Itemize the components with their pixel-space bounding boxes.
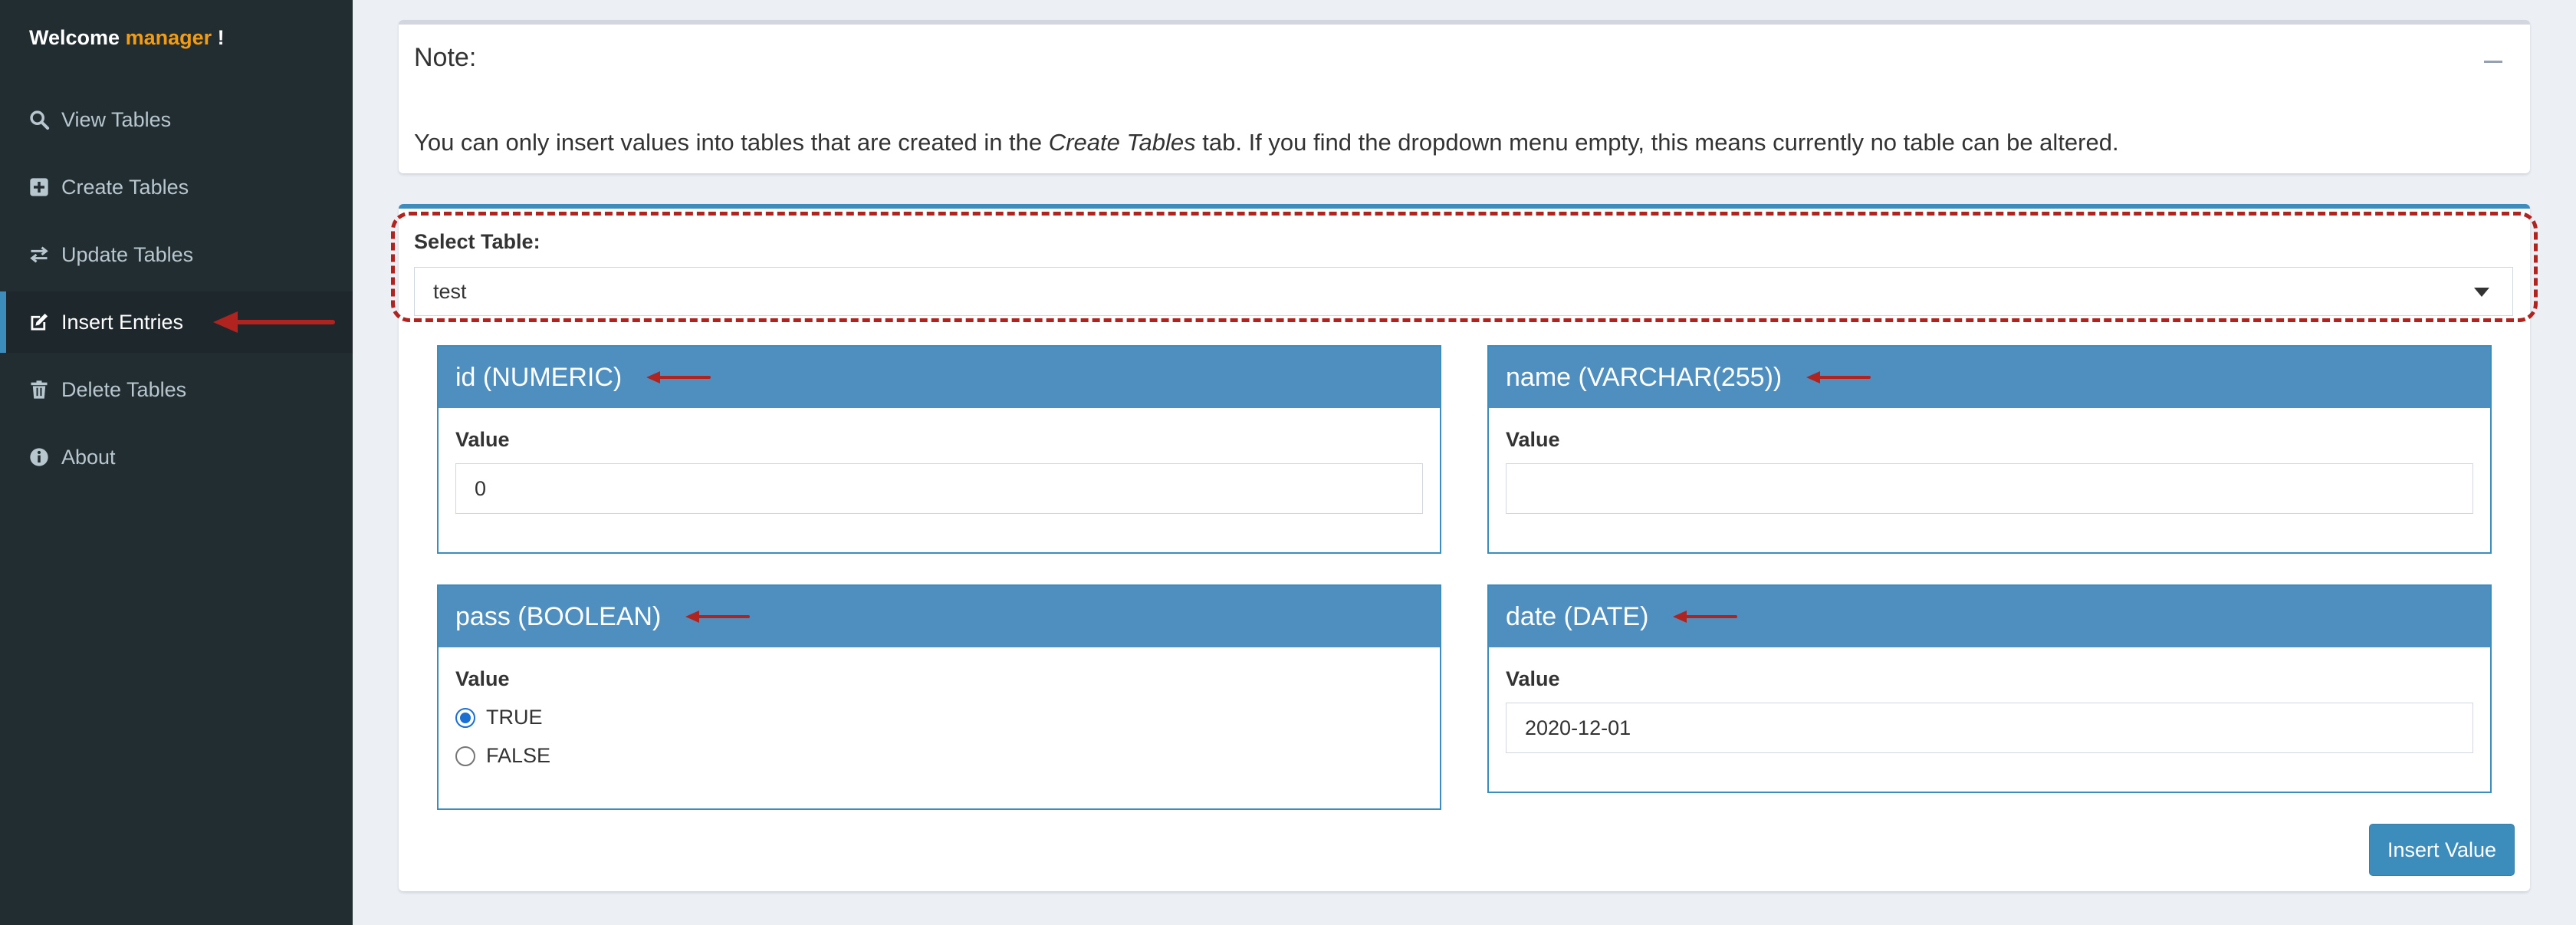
edit-icon — [26, 309, 52, 335]
field-header: pass (BOOLEAN) — [439, 586, 1440, 647]
annotation-arrow — [1673, 611, 1738, 623]
field-card-id: id (NUMERIC) Value — [437, 345, 1441, 554]
welcome-suffix: ! — [217, 26, 225, 49]
note-text-part: tab. If you find the dropdown menu empty… — [1195, 129, 2119, 156]
annotation-arrow — [1806, 371, 1871, 383]
sidebar-item-label: Insert Entries — [61, 310, 184, 334]
trash-icon — [26, 377, 52, 403]
field-title: name (VARCHAR(255)) — [1506, 362, 1783, 392]
name-value-input[interactable] — [1506, 463, 2473, 514]
annotation-arrow — [213, 311, 335, 333]
annotation-arrow — [685, 611, 751, 623]
sidebar-item-about[interactable]: About — [0, 426, 353, 488]
info-icon — [26, 444, 52, 470]
value-label: Value — [455, 428, 510, 451]
note-box: Note: You can only insert values into ta… — [399, 20, 2530, 173]
sidebar-item-delete-tables[interactable]: Delete Tables — [0, 359, 353, 420]
field-title: date (DATE) — [1506, 601, 1649, 631]
radio-label: TRUE — [486, 706, 543, 729]
field-title: pass (BOOLEAN) — [455, 601, 662, 631]
sidebar-item-label: Create Tables — [61, 175, 189, 199]
radio-label: FALSE — [486, 744, 551, 767]
field-header: id (NUMERIC) — [439, 347, 1440, 408]
plus-square-icon — [26, 174, 52, 200]
value-label: Value — [1506, 428, 1560, 451]
date-value-input[interactable] — [1506, 703, 2473, 753]
id-value-input[interactable] — [455, 463, 1423, 514]
sidebar-item-label: View Tables — [61, 107, 172, 131]
radio-checked-icon[interactable] — [455, 707, 475, 728]
sidebar-item-label: Update Tables — [61, 242, 194, 266]
sidebar-item-label: About — [61, 445, 116, 469]
caret-down-icon — [2474, 288, 2489, 297]
collapse-button[interactable] — [2478, 46, 2509, 77]
field-card-date: date (DATE) Value — [1487, 584, 2492, 793]
field-title: id (NUMERIC) — [455, 362, 623, 392]
select-table-label: Select Table: — [414, 230, 540, 253]
note-text: You can only insert values into tables t… — [414, 129, 2119, 156]
value-label: Value — [1506, 667, 1560, 690]
welcome-prefix: Welcome — [29, 26, 120, 49]
note-text-emphasis: Create Tables — [1048, 129, 1196, 156]
field-header: date (DATE) — [1489, 586, 2490, 647]
field-card-name: name (VARCHAR(255)) Value — [1487, 345, 2492, 554]
sidebar-item-view-tables[interactable]: View Tables — [0, 89, 353, 150]
field-header: name (VARCHAR(255)) — [1489, 347, 2490, 408]
search-icon — [26, 107, 52, 133]
note-text-part: You can only insert values into tables t… — [414, 129, 1049, 156]
sidebar-item-update-tables[interactable]: Update Tables — [0, 224, 353, 285]
sidebar-item-create-tables[interactable]: Create Tables — [0, 156, 353, 218]
sidebar: Welcome manager ! View Tables Create Tab… — [0, 0, 353, 925]
selected-table-value: test — [433, 279, 467, 303]
select-table-dropdown[interactable]: test — [414, 267, 2513, 316]
username: manager — [125, 26, 212, 49]
value-label: Value — [455, 667, 510, 690]
radio-option-false[interactable]: FALSE — [455, 744, 550, 768]
sidebar-item-label: Delete Tables — [61, 377, 187, 401]
radio-option-true[interactable]: TRUE — [455, 706, 543, 729]
welcome-message: Welcome manager ! — [29, 26, 225, 50]
annotation-arrow — [646, 371, 711, 383]
insert-value-button[interactable]: Insert Value — [2369, 824, 2515, 876]
minus-icon — [2484, 60, 2502, 63]
note-title: Note: — [414, 43, 477, 72]
radio-unchecked-icon[interactable] — [455, 746, 475, 766]
exchange-icon — [26, 242, 52, 268]
field-card-pass: pass (BOOLEAN) Value TRUE FALSE — [437, 584, 1441, 810]
